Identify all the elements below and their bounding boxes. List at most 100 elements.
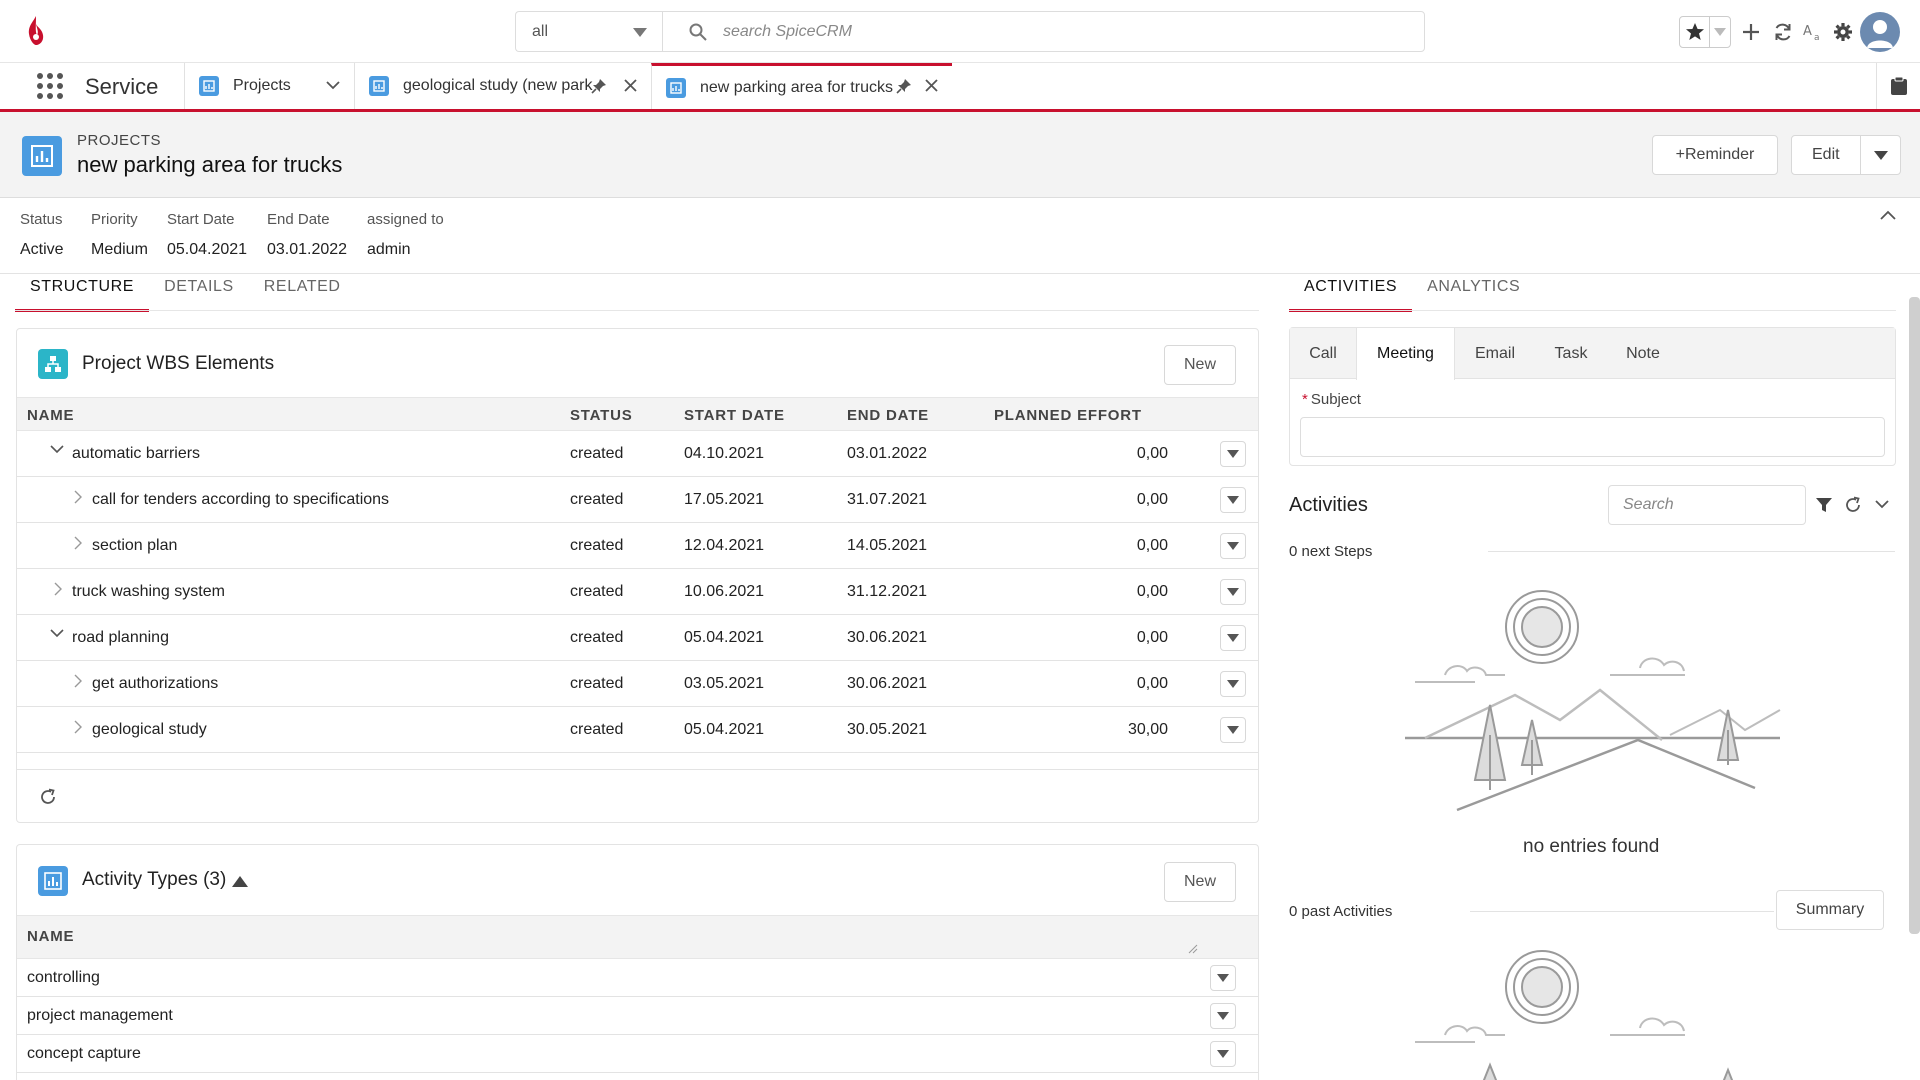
activities-search-input[interactable]: Search — [1608, 485, 1806, 525]
language-icon[interactable]: Aa — [1801, 20, 1825, 44]
activity-types-header: NAME — [17, 915, 1258, 959]
tab-analytics[interactable]: ANALYTICS — [1412, 274, 1535, 312]
favorites-button[interactable] — [1679, 16, 1731, 48]
star-icon[interactable] — [1680, 17, 1710, 47]
chevron-down-icon[interactable] — [326, 81, 340, 90]
chevron-right-icon[interactable] — [74, 490, 83, 504]
new-activity-type-button[interactable]: New — [1164, 862, 1236, 902]
table-row[interactable]: call for tenders according to specificat… — [17, 477, 1258, 523]
tab-task[interactable]: Task — [1535, 328, 1607, 379]
row-actions-button[interactable] — [1220, 717, 1246, 743]
row-actions-button[interactable] — [1220, 533, 1246, 559]
table-row[interactable]: get authorizations created 03.05.2021 30… — [17, 661, 1258, 707]
table-row[interactable]: truck washing system created 10.06.2021 … — [17, 569, 1258, 615]
chevron-down-icon[interactable] — [50, 629, 64, 638]
row-actions-button[interactable] — [1210, 965, 1236, 991]
plus-icon[interactable] — [1739, 20, 1763, 44]
column-header[interactable]: NAME — [27, 928, 74, 945]
gear-icon[interactable] — [1831, 20, 1855, 44]
empty-state-illustration-icon — [1400, 585, 1785, 815]
chevron-up-icon[interactable] — [1880, 210, 1896, 220]
chevron-right-icon[interactable] — [74, 536, 83, 550]
tab-details[interactable]: DETAILS — [149, 274, 249, 312]
table-row[interactable]: geological study created 05.04.2021 30.0… — [17, 707, 1258, 753]
pin-icon[interactable] — [591, 78, 607, 94]
column-header[interactable]: PLANNED EFFORT — [994, 407, 1142, 424]
summary-field-start-date: Start Date 05.04.2021 — [167, 211, 248, 258]
app-launcher-icon[interactable] — [36, 72, 64, 100]
chevron-down-icon[interactable] — [1874, 151, 1888, 160]
column-header[interactable]: START DATE — [684, 407, 785, 424]
reminder-button[interactable]: +Reminder — [1652, 135, 1778, 175]
table-row[interactable]: road planning created 05.04.2021 30.06.2… — [17, 615, 1258, 661]
summary-field-status: Status Active — [20, 211, 64, 258]
tab-activities[interactable]: ACTIVITIES — [1289, 274, 1413, 312]
project-icon — [199, 76, 219, 96]
past-activities-label: 0 past Activities — [1289, 903, 1393, 920]
edit-button[interactable]: Edit — [1791, 135, 1901, 175]
close-icon[interactable] — [925, 79, 938, 92]
spicecrm-logo-icon[interactable] — [24, 14, 48, 48]
record-summary: Status Active Priority Medium Start Date… — [0, 198, 1920, 274]
column-header[interactable]: STATUS — [570, 407, 633, 424]
list-item[interactable]: controlling — [17, 959, 1258, 997]
summary-field-end-date: End Date 03.01.2022 — [267, 211, 348, 258]
table-row[interactable]: section plan created 12.04.2021 14.05.20… — [17, 523, 1258, 569]
project-icon — [369, 76, 389, 96]
project-icon — [38, 866, 68, 896]
summary-field-assigned-to: assigned to admin — [367, 211, 444, 258]
reload-icon[interactable] — [39, 788, 57, 806]
tab-label: new parking area for trucks — [700, 78, 893, 96]
record-type: PROJECTS — [77, 132, 162, 149]
chevron-down-icon[interactable] — [50, 445, 64, 454]
column-header[interactable]: NAME — [27, 407, 74, 424]
row-actions-button[interactable] — [1220, 441, 1246, 467]
table-row[interactable]: automatic barriers created 04.10.2021 03… — [17, 431, 1258, 477]
tab-related[interactable]: RELATED — [249, 274, 356, 312]
chevron-down-icon[interactable] — [1875, 500, 1889, 509]
chevron-right-icon[interactable] — [74, 720, 83, 734]
global-search-input[interactable]: search SpiceCRM — [662, 11, 1425, 52]
list-item[interactable]: concept capture — [17, 1035, 1258, 1073]
refresh-icon[interactable] — [1771, 20, 1795, 44]
row-actions-button[interactable] — [1210, 1003, 1236, 1029]
tab-label: Projects — [233, 77, 291, 94]
tab-new-parking-area[interactable]: new parking area for trucks — [651, 63, 952, 109]
row-actions-button[interactable] — [1220, 625, 1246, 651]
row-actions-button[interactable] — [1220, 671, 1246, 697]
chevron-right-icon[interactable] — [54, 582, 63, 596]
activity-types-card: Activity Types (3) New NAME controlling … — [16, 844, 1259, 1080]
search-scope-select[interactable]: all — [515, 11, 663, 52]
tab-structure[interactable]: STRUCTURE — [15, 274, 150, 312]
row-actions-button[interactable] — [1210, 1041, 1236, 1067]
list-item[interactable]: project management — [17, 997, 1258, 1035]
summary-field-priority: Priority Medium — [91, 211, 148, 258]
tab-meeting[interactable]: Meeting — [1356, 328, 1455, 380]
tab-email[interactable]: Email — [1455, 328, 1535, 379]
tab-call[interactable]: Call — [1290, 328, 1356, 379]
tab-projects[interactable]: Projects — [184, 63, 354, 109]
chevron-down-icon[interactable] — [1710, 28, 1730, 36]
summary-button[interactable]: Summary — [1776, 890, 1884, 930]
clipboard-icon[interactable] — [1876, 63, 1920, 109]
card-title: Project WBS Elements — [82, 353, 275, 374]
user-avatar[interactable] — [1860, 12, 1900, 52]
row-actions-button[interactable] — [1220, 579, 1246, 605]
row-actions-button[interactable] — [1220, 487, 1246, 513]
caret-up-icon[interactable] — [232, 876, 248, 887]
scrollbar[interactable] — [1909, 297, 1920, 934]
left-tab-bar: STRUCTURE DETAILS RELATED — [15, 274, 356, 312]
close-icon[interactable] — [624, 79, 637, 92]
reload-icon[interactable] — [1844, 496, 1862, 514]
composer-tabs: Call Meeting Email Task Note — [1290, 328, 1895, 380]
tab-geological-study[interactable]: geological study (new parkir — [354, 63, 651, 109]
search-placeholder: search SpiceCRM — [723, 22, 852, 40]
pin-icon[interactable] — [896, 78, 912, 94]
subject-input[interactable] — [1300, 417, 1885, 457]
resize-handle-icon[interactable] — [1188, 944, 1198, 954]
column-header[interactable]: END DATE — [847, 407, 929, 424]
filter-icon[interactable] — [1815, 496, 1833, 514]
chevron-right-icon[interactable] — [74, 674, 83, 688]
tab-note[interactable]: Note — [1607, 328, 1679, 379]
new-wbs-button[interactable]: New — [1164, 345, 1236, 385]
